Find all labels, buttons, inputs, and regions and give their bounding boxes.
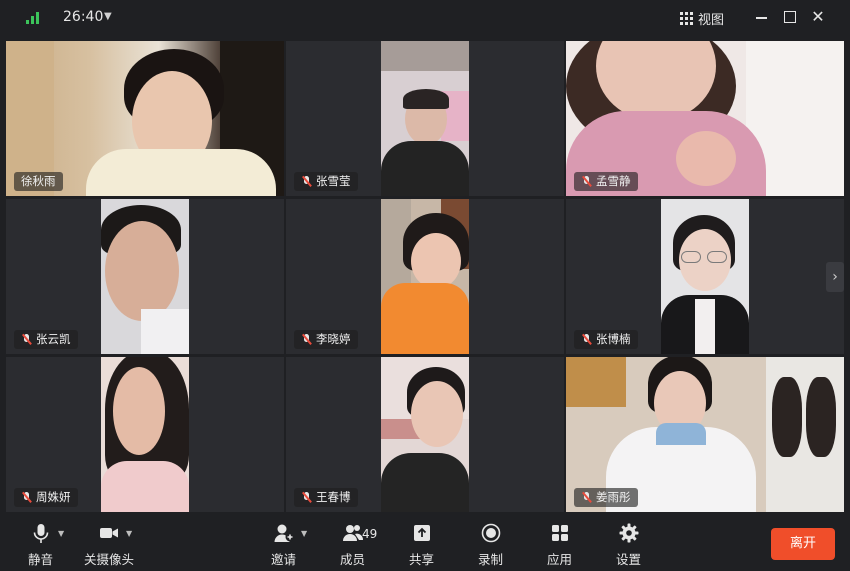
view-label: 视图 [698,12,725,28]
gear-icon [619,523,638,543]
participant-name-tag: 王春博 [294,488,358,507]
participant-name-tag: 姜雨彤 [574,488,638,507]
chevron-down-icon[interactable]: ▼ [104,11,112,22]
mic-muted-icon [581,176,592,187]
mute-button[interactable]: 静音 [28,522,53,568]
participant-name: 张云凯 [36,332,71,346]
microphone-icon [33,524,48,543]
mic-muted-icon [21,334,32,345]
participant-name-tag: 孟雪静 [574,172,638,191]
video-feed [101,357,189,512]
video-camera-icon [100,528,118,538]
mic-muted-icon [301,176,312,187]
members-label: 成员 [340,552,366,567]
record-icon [481,523,500,543]
minimize-button[interactable] [754,9,770,25]
mic-muted-icon [301,492,312,503]
record-button[interactable]: 录制 [478,522,503,568]
video-tile[interactable]: 徐秋雨 [6,41,284,196]
mic-muted-icon [21,492,32,503]
invite-button[interactable]: 邀请 [271,522,296,568]
video-feed [381,199,469,354]
share-button[interactable]: 共享 [409,522,434,568]
close-button[interactable]: ✕ [810,9,826,25]
leave-meeting-button[interactable]: 离开 [771,528,835,560]
participant-name: 姜雨彤 [596,490,631,504]
meeting-timer: 26:40 [63,9,104,25]
apps-label: 应用 [547,552,573,567]
record-label: 录制 [478,552,504,567]
participant-name-tag: 张云凯 [14,330,78,349]
participant-name: 孟雪静 [596,174,631,188]
mic-muted-icon [581,492,592,503]
participant-name: 徐秋雨 [21,174,56,188]
grid-view-icon [680,11,693,25]
participant-name: 李晓婷 [316,332,351,346]
video-feed [101,199,189,354]
maximize-button[interactable] [782,9,798,25]
settings-button[interactable]: 设置 [616,522,641,568]
participant-name: 周姝妍 [36,490,71,504]
meeting-toolbar: 静音 ▼ 关摄像头 ▼ 邀请 ▼ 成员 49 共享 录制 应用 设置 离开 [0,514,850,571]
video-tile[interactable]: 姜雨彤 [566,357,844,512]
participant-name: 张博楠 [596,332,631,346]
participant-name-tag: 徐秋雨 [14,172,63,191]
video-tile[interactable]: 李晓婷 [286,199,564,354]
video-tile[interactable]: 张博楠 [566,199,844,354]
members-count-badge: 49 [362,527,378,541]
mute-options-caret-icon[interactable]: ▼ [58,529,64,538]
participant-name: 王春博 [316,490,351,504]
participant-name-tag: 李晓婷 [294,330,358,349]
add-person-icon [274,524,294,542]
invite-label: 邀请 [271,552,297,567]
video-tile[interactable]: 周姝妍 [6,357,284,512]
mic-muted-icon [581,334,592,345]
participant-name: 张雪莹 [316,174,351,188]
participant-name-tag: 周姝妍 [14,488,78,507]
signal-bars-icon [26,12,40,24]
mute-label: 静音 [28,552,54,567]
participant-name-tag: 张雪莹 [294,172,358,191]
video-tile[interactable]: 张雪莹 [286,41,564,196]
video-feed [381,41,469,196]
view-button[interactable]: 视图 [680,9,725,28]
apps-button[interactable]: 应用 [547,522,572,568]
title-bar: 26:40 ▼ 视图 ✕ [0,0,850,36]
camera-label: 关摄像头 [84,552,135,567]
mic-muted-icon [301,334,312,345]
share-screen-icon [413,525,430,541]
video-tile[interactable]: 孟雪静 [566,41,844,196]
meeting-window: 26:40 ▼ 视图 ✕ 徐秋雨 张雪莹 孟雪静 张云凯 李晓婷 张博楠 周姝妍… [0,0,850,571]
next-page-arrow-icon[interactable]: › [826,262,844,292]
video-tile[interactable]: 王春博 [286,357,564,512]
invite-options-caret-icon[interactable]: ▼ [301,529,307,538]
camera-options-caret-icon[interactable]: ▼ [126,529,132,538]
people-icon [342,525,363,541]
settings-label: 设置 [616,552,642,567]
apps-icon [551,525,568,541]
video-feed [661,199,749,354]
video-tile[interactable]: 张云凯 [6,199,284,354]
share-label: 共享 [409,552,435,567]
video-feed [381,357,469,512]
participant-name-tag: 张博楠 [574,330,638,349]
